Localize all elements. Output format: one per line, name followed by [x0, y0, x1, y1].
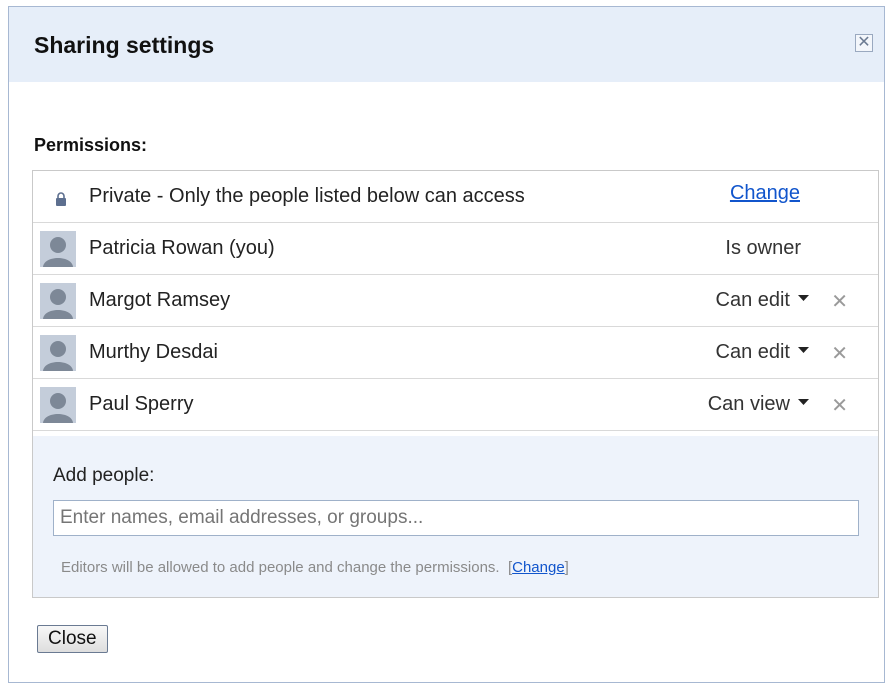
- dialog-title: Sharing settings: [34, 32, 215, 58]
- permission-dropdown-label: Can view: [707, 393, 790, 415]
- close-icon[interactable]: ✕: [855, 34, 873, 52]
- add-people-label: Add people:: [53, 465, 155, 486]
- owner-role-label: Is owner: [725, 237, 801, 259]
- sharing-settings-dialog: Sharing settings ✕ Permissions: Private …: [8, 6, 885, 683]
- editors-hint-text: Editors will be allowed to add people an…: [61, 559, 500, 576]
- person-row: Paul Sperry Can view ✕: [33, 379, 878, 431]
- permission-dropdown-label: Can edit: [715, 341, 791, 363]
- editors-hint: Editors will be allowed to add people an…: [61, 559, 569, 576]
- visibility-text: Private - Only the people listed below c…: [89, 185, 525, 207]
- avatar-icon: [40, 283, 76, 319]
- person-name: Margot Ramsey: [89, 289, 231, 311]
- lock-icon: [56, 192, 66, 206]
- avatar-icon: [40, 231, 76, 267]
- permission-dropdown[interactable]: Can edit: [715, 289, 809, 312]
- chevron-down-icon: [798, 347, 809, 354]
- permissions-label: Permissions:: [34, 135, 148, 155]
- person-row: Patricia Rowan (you) Is owner: [33, 223, 878, 275]
- permission-dropdown-label: Can edit: [715, 289, 791, 311]
- hint-bracket-close: ]: [564, 559, 569, 576]
- permission-dropdown[interactable]: Can edit: [715, 341, 809, 364]
- avatar-icon: [40, 387, 76, 423]
- change-visibility-link[interactable]: Change: [730, 182, 800, 205]
- person-name: Patricia Rowan (you): [89, 237, 275, 259]
- close-button[interactable]: Close: [37, 625, 108, 653]
- person-row: Margot Ramsey Can edit ✕: [33, 275, 878, 327]
- remove-person-icon[interactable]: ✕: [831, 341, 848, 366]
- person-row: Murthy Desdai Can edit ✕: [33, 327, 878, 379]
- visibility-row: Private - Only the people listed below c…: [33, 171, 878, 223]
- remove-person-icon[interactable]: ✕: [831, 393, 848, 418]
- person-name: Murthy Desdai: [89, 341, 218, 363]
- person-name: Paul Sperry: [89, 393, 194, 415]
- change-editor-permissions-link[interactable]: Change: [512, 559, 565, 576]
- remove-person-icon[interactable]: ✕: [831, 289, 848, 314]
- chevron-down-icon: [798, 399, 809, 406]
- avatar-icon: [40, 335, 76, 371]
- chevron-down-icon: [798, 295, 809, 302]
- permissions-table: Private - Only the people listed below c…: [32, 170, 879, 598]
- permission-dropdown[interactable]: Can view: [708, 393, 809, 416]
- dialog-title-bar: Sharing settings ✕: [9, 7, 884, 82]
- add-people-section: Add people: Editors will be allowed to a…: [33, 436, 878, 597]
- add-people-input[interactable]: [53, 500, 859, 536]
